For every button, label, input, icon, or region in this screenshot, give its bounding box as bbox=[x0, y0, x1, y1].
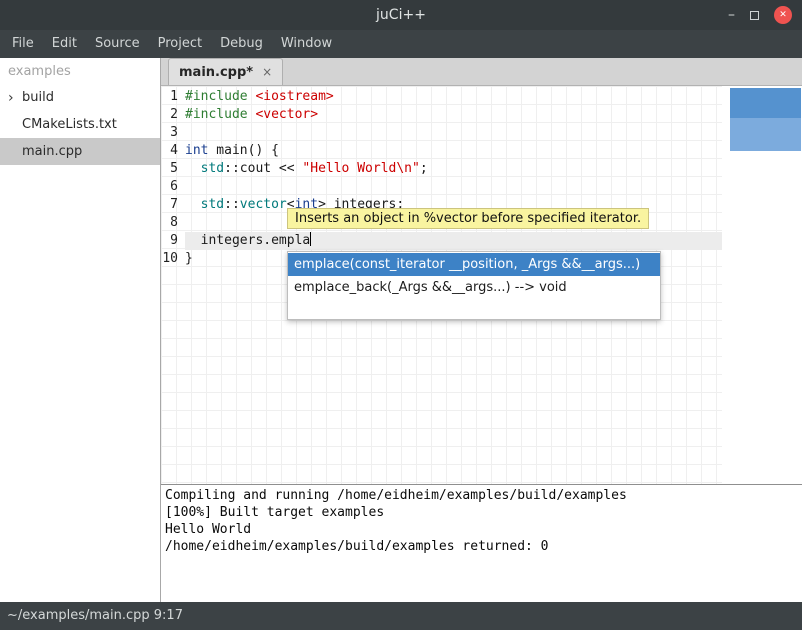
terminal-output[interactable]: Compiling and running /home/eidheim/exam… bbox=[161, 484, 802, 602]
chevron-right-icon: › bbox=[8, 91, 22, 105]
menu-item-file[interactable]: File bbox=[3, 30, 43, 58]
tree-item-cmakelists-txt[interactable]: CMakeLists.txt bbox=[0, 111, 160, 138]
code-text bbox=[185, 124, 722, 142]
line-number: 1 bbox=[161, 88, 185, 106]
code-token: ::cout << bbox=[224, 161, 302, 176]
maximize-button[interactable] bbox=[750, 11, 759, 20]
code-token: std bbox=[201, 197, 224, 212]
code-token: #include bbox=[185, 107, 255, 122]
code-token: } bbox=[185, 251, 193, 266]
close-button[interactable]: ✕ bbox=[774, 6, 792, 24]
code-token: "Hello World\n" bbox=[302, 161, 419, 176]
code-token: vector bbox=[240, 197, 287, 212]
code-token bbox=[185, 161, 201, 176]
code-text: integers.empla bbox=[185, 232, 722, 250]
scroll-overview-top bbox=[730, 88, 801, 118]
code-token: int bbox=[185, 143, 208, 158]
tab-close-icon[interactable]: × bbox=[262, 65, 272, 79]
tree-item-label: main.cpp bbox=[22, 144, 82, 159]
line-number: 7 bbox=[161, 196, 185, 214]
code-line-9[interactable]: 9 integers.empla bbox=[161, 232, 722, 250]
tree-item-build[interactable]: ›build bbox=[0, 84, 160, 111]
code-line-6[interactable]: 6 bbox=[161, 178, 722, 196]
completion-popup: emplace(const_iterator __position, _Args… bbox=[287, 251, 661, 320]
code-text: std::cout << "Hello World\n"; bbox=[185, 160, 722, 178]
tabbar: main.cpp* × bbox=[161, 58, 802, 86]
line-number: 4 bbox=[161, 142, 185, 160]
code-line-2[interactable]: 2#include <vector> bbox=[161, 106, 722, 124]
code-text bbox=[185, 178, 722, 196]
code-token: integers.empla bbox=[185, 233, 310, 248]
status-file-position: ~/examples/main.cpp 9:17 bbox=[7, 608, 183, 623]
terminal-line-1: [100%] Built target examples bbox=[165, 504, 798, 521]
code-text: #include <iostream> bbox=[185, 88, 722, 106]
terminal-line-0: Compiling and running /home/eidheim/exam… bbox=[165, 487, 798, 504]
line-number: 2 bbox=[161, 106, 185, 124]
file-tree: ›build CMakeLists.txt main.cpp bbox=[0, 84, 160, 165]
file-panel: examples ›build CMakeLists.txt main.cpp bbox=[0, 58, 161, 602]
line-number: 8 bbox=[161, 214, 185, 232]
code-line-1[interactable]: 1#include <iostream> bbox=[161, 88, 722, 106]
code-token: <iostream> bbox=[255, 89, 333, 104]
code-text: #include <vector> bbox=[185, 106, 722, 124]
line-number: 5 bbox=[161, 160, 185, 178]
line-number: 10 bbox=[161, 250, 185, 268]
code-token: std bbox=[201, 161, 224, 176]
menu-item-edit[interactable]: Edit bbox=[43, 30, 86, 58]
code-text: int main() { bbox=[185, 142, 722, 160]
code-token: :: bbox=[224, 197, 240, 212]
menubar: FileEditSourceProjectDebugWindow bbox=[0, 30, 802, 58]
code-area[interactable]: 1#include <iostream>2#include <vector>34… bbox=[161, 88, 722, 268]
code-token bbox=[185, 197, 201, 212]
terminal-line-3: /home/eidheim/examples/build/examples re… bbox=[165, 538, 798, 555]
editor[interactable]: 1#include <iostream>2#include <vector>34… bbox=[161, 86, 802, 484]
minimize-button[interactable]: – bbox=[728, 8, 735, 22]
menu-item-source[interactable]: Source bbox=[86, 30, 149, 58]
menu-item-project[interactable]: Project bbox=[149, 30, 211, 58]
scroll-overview-bottom bbox=[730, 118, 801, 151]
window-controls: –✕ bbox=[728, 0, 792, 30]
code-line-4[interactable]: 4int main() { bbox=[161, 142, 722, 160]
tab-label: main.cpp* bbox=[179, 65, 253, 80]
code-token: main() { bbox=[208, 143, 278, 158]
code-line-5[interactable]: 5 std::cout << "Hello World\n"; bbox=[161, 160, 722, 178]
menu-item-window[interactable]: Window bbox=[272, 30, 341, 58]
code-token: <vector> bbox=[255, 107, 318, 122]
tab-main-cpp[interactable]: main.cpp* × bbox=[168, 58, 283, 85]
code-line-3[interactable]: 3 bbox=[161, 124, 722, 142]
window-title: juCi++ bbox=[376, 7, 426, 23]
scroll-overview[interactable] bbox=[730, 88, 801, 151]
code-token: #include bbox=[185, 89, 255, 104]
tree-item-label: build bbox=[22, 90, 54, 105]
code-token: ; bbox=[420, 161, 428, 176]
statusbar: ~/examples/main.cpp 9:17 bbox=[0, 602, 802, 630]
line-number: 6 bbox=[161, 178, 185, 196]
line-number: 3 bbox=[161, 124, 185, 142]
project-name-label: examples bbox=[0, 58, 160, 84]
tree-item-label: CMakeLists.txt bbox=[22, 117, 117, 132]
menu-item-debug[interactable]: Debug bbox=[211, 30, 272, 58]
completion-item-1[interactable]: emplace_back(_Args &&__args...) --> void bbox=[288, 276, 660, 299]
juci-window: juCi++ –✕ FileEditSourceProjectDebugWind… bbox=[0, 0, 802, 630]
completion-item-0[interactable]: emplace(const_iterator __position, _Args… bbox=[288, 253, 660, 276]
text-cursor bbox=[310, 232, 311, 246]
doc-tooltip: Inserts an object in %vector before spec… bbox=[287, 208, 649, 229]
line-number: 9 bbox=[161, 232, 185, 250]
titlebar: juCi++ –✕ bbox=[0, 0, 802, 30]
terminal-line-2: Hello World bbox=[165, 521, 798, 538]
tree-item-main-cpp[interactable]: main.cpp bbox=[0, 138, 160, 165]
